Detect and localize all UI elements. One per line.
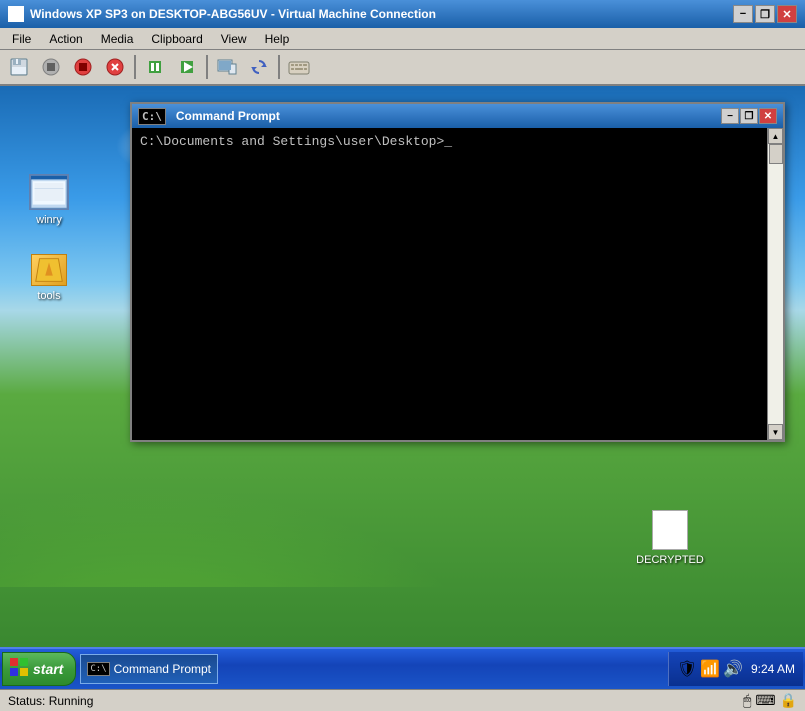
cmd-content-area: C:\Documents and Settings\user\Desktop>_… (132, 128, 783, 440)
tray-volume-icon[interactable]: 🔊 (723, 659, 743, 679)
keyboard-indicator: ⌨ (755, 692, 775, 709)
separator-3 (278, 55, 280, 79)
status-indicators: 🖱 ⌨ 🔒 (743, 692, 797, 709)
refresh-button[interactable] (244, 53, 274, 81)
menu-help[interactable]: Help (257, 30, 298, 48)
winry-label: winry (34, 213, 64, 227)
minimize-button[interactable]: − (733, 5, 753, 23)
cmd-minimize-button[interactable]: − (721, 108, 739, 124)
tools-label: tools (35, 289, 62, 303)
keyboard-button[interactable] (284, 53, 314, 81)
tools-icon-image (31, 254, 67, 286)
cmd-icon: C:\ (138, 108, 166, 125)
decrypted-label: DECRYPTED (634, 553, 706, 567)
screenshot-button[interactable] (212, 53, 242, 81)
tray-time: 9:24 AM (751, 662, 795, 676)
restore-button[interactable]: ❐ (755, 5, 775, 23)
stop-red-button[interactable] (68, 53, 98, 81)
desktop: winry tools (0, 86, 805, 647)
scroll-track (768, 144, 783, 424)
floppy-button[interactable] (4, 53, 34, 81)
cmd-title-text: Command Prompt (176, 109, 717, 123)
reset-button[interactable] (100, 53, 130, 81)
tray-icons: 🛡 📶 🔊 (677, 659, 743, 679)
icon-winry[interactable]: winry (14, 174, 84, 227)
taskbar-task-icon: C:\ (87, 662, 109, 676)
menu-file[interactable]: File (4, 30, 39, 48)
icon-decrypted[interactable]: DECRYPTED (635, 510, 705, 567)
cmd-window: C:\ Command Prompt − ❐ ✕ C:\Documents an… (130, 102, 785, 442)
play-button[interactable] (172, 53, 202, 81)
tray-shield-icon[interactable]: 🛡 (677, 659, 697, 679)
pause-button[interactable] (140, 53, 170, 81)
cmd-terminal[interactable]: C:\Documents and Settings\user\Desktop>_ (132, 128, 767, 440)
cmd-scrollbar[interactable]: ▲ ▼ (767, 128, 783, 440)
cmd-titlebar: C:\ Command Prompt − ❐ ✕ (132, 104, 783, 128)
windows-logo (9, 657, 29, 682)
title-text: Windows XP SP3 on DESKTOP-ABG56UV - Virt… (30, 7, 727, 21)
taskbar-task-cmd[interactable]: C:\ Command Prompt (80, 654, 218, 684)
taskbar: start C:\ Command Prompt 🛡 📶 🔊 9:24 AM (0, 647, 805, 689)
cmd-controls: − ❐ ✕ (721, 108, 777, 124)
decrypted-icon-image (652, 510, 688, 550)
toolbar (0, 50, 805, 86)
menu-action[interactable]: Action (41, 30, 90, 48)
stop-grey-button[interactable] (36, 53, 66, 81)
title-controls: − ❐ ✕ (733, 5, 797, 23)
vm-window: 🖥 Windows XP SP3 on DESKTOP-ABG56UV - Vi… (0, 0, 805, 711)
taskbar-tray: 🛡 📶 🔊 9:24 AM (668, 652, 803, 686)
status-text: Status: Running (8, 694, 743, 708)
lock-indicator: 🔒 (780, 692, 797, 709)
cmd-close-button[interactable]: ✕ (759, 108, 777, 124)
separator-1 (134, 55, 136, 79)
winry-icon-image (29, 174, 69, 210)
menu-view[interactable]: View (213, 30, 255, 48)
menu-clipboard[interactable]: Clipboard (143, 30, 210, 48)
scroll-thumb[interactable] (769, 144, 783, 164)
scroll-up-arrow[interactable]: ▲ (768, 128, 783, 144)
taskbar-tasks: C:\ Command Prompt (80, 654, 667, 684)
mouse-indicator: 🖱 (743, 692, 751, 709)
separator-2 (206, 55, 208, 79)
title-bar: 🖥 Windows XP SP3 on DESKTOP-ABG56UV - Vi… (0, 0, 805, 28)
cmd-restore-button[interactable]: ❐ (740, 108, 758, 124)
tray-network-icon[interactable]: 📶 (700, 659, 720, 679)
start-button[interactable]: start (2, 652, 76, 686)
status-bar: Status: Running 🖱 ⌨ 🔒 (0, 689, 805, 711)
close-button[interactable]: ✕ (777, 5, 797, 23)
taskbar-task-label: Command Prompt (114, 662, 211, 676)
menu-bar: File Action Media Clipboard View Help (0, 28, 805, 50)
menu-media[interactable]: Media (93, 30, 142, 48)
scroll-down-arrow[interactable]: ▼ (768, 424, 783, 440)
icon-tools[interactable]: tools (14, 254, 84, 303)
vm-icon: 🖥 (8, 6, 24, 22)
start-label: start (33, 661, 63, 677)
